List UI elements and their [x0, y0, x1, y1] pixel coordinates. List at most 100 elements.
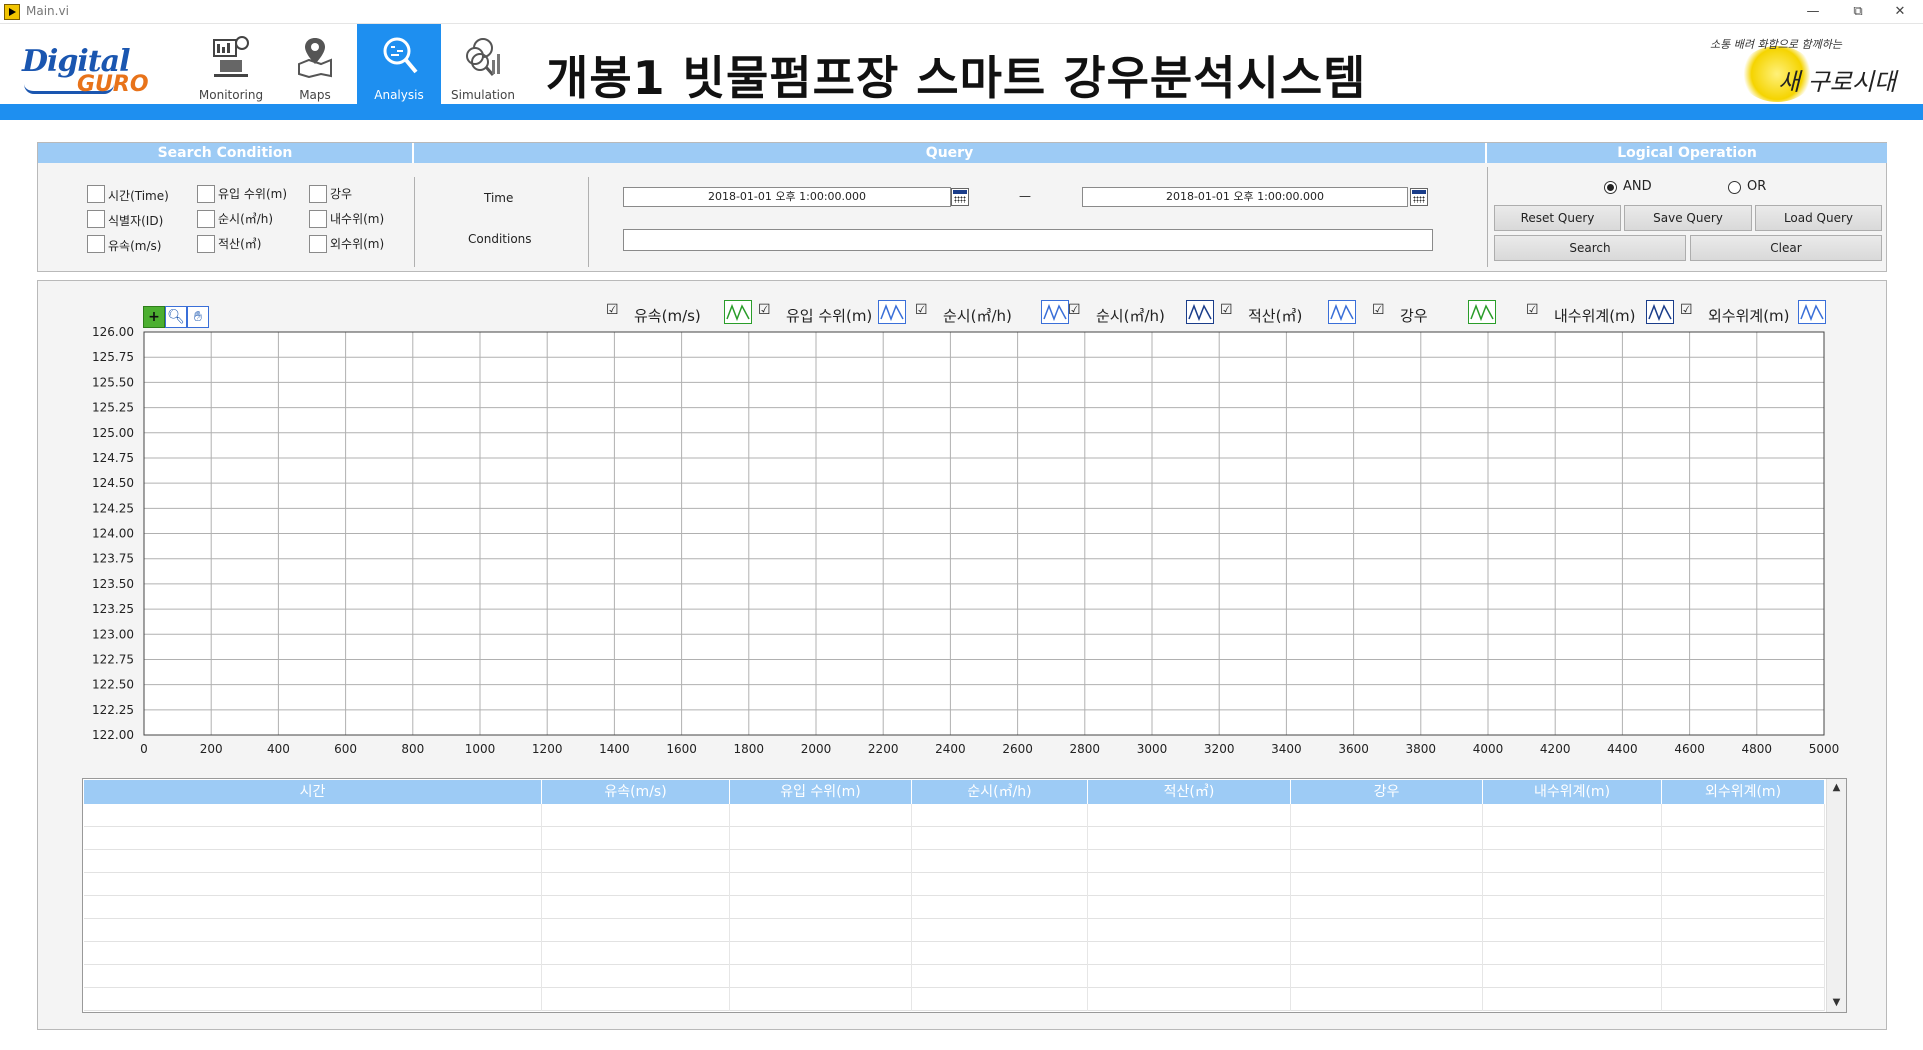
- table-row[interactable]: [84, 873, 1825, 896]
- checkbox-inner-level-label: 내수위(m): [330, 212, 385, 226]
- table-row[interactable]: [84, 942, 1825, 965]
- table-cell: [84, 873, 542, 896]
- checkbox-flow-velocity[interactable]: [87, 235, 105, 253]
- tab-maps[interactable]: Maps: [273, 24, 357, 104]
- table-row[interactable]: [84, 988, 1825, 1011]
- table-cell: [1291, 827, 1483, 850]
- table-row[interactable]: [84, 896, 1825, 919]
- checkbox-accumulated[interactable]: [197, 235, 215, 253]
- district-slogan-main: 새 구로시대: [1778, 68, 1897, 96]
- line-plot-icon[interactable]: [1041, 300, 1069, 324]
- legend-visibility-checkbox[interactable]: ☑: [606, 302, 619, 318]
- zoom-tool[interactable]: 🔍︎: [165, 306, 187, 328]
- line-plot-icon[interactable]: [724, 300, 752, 324]
- table-cell: [730, 919, 912, 942]
- calendar-icon[interactable]: [951, 188, 969, 206]
- divider: [588, 177, 589, 267]
- line-plot-icon[interactable]: [1468, 300, 1496, 324]
- line-plot-icon[interactable]: [1328, 300, 1356, 324]
- clear-button[interactable]: Clear: [1690, 235, 1882, 261]
- line-plot-icon[interactable]: [1798, 300, 1826, 324]
- logo-line2: GURO: [77, 72, 149, 97]
- checkbox-inflow-level[interactable]: [197, 185, 215, 203]
- table-cell: [730, 850, 912, 873]
- end-time-input[interactable]: 2018-01-01 오후 1:00:00.000: [1082, 187, 1408, 207]
- checkbox-flow-velocity-label: 유속(m/s): [108, 239, 162, 253]
- legend-visibility-checkbox[interactable]: ☑: [1680, 302, 1693, 318]
- pan-tool[interactable]: ✋︎: [187, 306, 209, 328]
- legend-visibility-checkbox[interactable]: ☑: [1068, 302, 1081, 318]
- table-row[interactable]: [84, 919, 1825, 942]
- table-cell: [84, 919, 542, 942]
- table-cell: [542, 919, 730, 942]
- table-cell: [912, 873, 1088, 896]
- checkbox-inflow-level-label: 유입 수위(m): [218, 187, 288, 201]
- legend-visibility-checkbox[interactable]: ☑: [1372, 302, 1385, 318]
- checkbox-time[interactable]: [87, 185, 105, 203]
- column-header[interactable]: 시간: [84, 780, 542, 804]
- column-header[interactable]: 유속(m/s): [542, 780, 730, 804]
- column-header[interactable]: 순시(㎥/h): [912, 780, 1088, 804]
- time-label: Time: [484, 191, 514, 205]
- and-radio-label: AND: [1623, 179, 1652, 194]
- line-plot-icon[interactable]: [1646, 300, 1674, 324]
- conditions-input[interactable]: [623, 229, 1433, 251]
- close-button[interactable]: ✕: [1880, 2, 1920, 22]
- table-cell: [1291, 873, 1483, 896]
- line-plot-icon[interactable]: [878, 300, 906, 324]
- start-time-input[interactable]: 2018-01-01 오후 1:00:00.000: [623, 187, 951, 207]
- table-cell: [542, 850, 730, 873]
- table-cell: [1662, 873, 1825, 896]
- calendar-icon[interactable]: [1410, 188, 1428, 206]
- legend-visibility-checkbox[interactable]: ☑: [1220, 302, 1233, 318]
- table-row[interactable]: [84, 827, 1825, 850]
- table-row[interactable]: [84, 965, 1825, 988]
- hand-icon: ✋︎: [194, 309, 202, 325]
- search-condition-heading: Search Condition: [38, 143, 414, 163]
- line-plot-glyph: [1330, 303, 1354, 322]
- or-radio[interactable]: [1728, 181, 1741, 194]
- save-query-button[interactable]: Save Query: [1624, 205, 1752, 231]
- table-row[interactable]: [84, 850, 1825, 873]
- table-row[interactable]: [84, 804, 1825, 827]
- legend-series-name: 유입 수위(m): [786, 307, 873, 325]
- legend-series-name: 외수위계(m): [1708, 307, 1790, 325]
- checkbox-inner-level[interactable]: [309, 210, 327, 228]
- table-scrollbar[interactable]: ▲ ▼: [1826, 779, 1846, 1012]
- checkbox-outer-level[interactable]: [309, 235, 327, 253]
- legend-visibility-checkbox[interactable]: ☑: [1526, 302, 1539, 318]
- load-query-button[interactable]: Load Query: [1755, 205, 1882, 231]
- checkbox-id[interactable]: [87, 210, 105, 228]
- column-header[interactable]: 내수위계(m): [1483, 780, 1662, 804]
- conditions-label: Conditions: [468, 232, 532, 246]
- checkbox-instant-flow[interactable]: [197, 210, 215, 228]
- legend-visibility-checkbox[interactable]: ☑: [915, 302, 928, 318]
- search-button[interactable]: Search: [1494, 235, 1686, 261]
- legend-visibility-checkbox[interactable]: ☑: [758, 302, 771, 318]
- scroll-up-icon[interactable]: ▲: [1827, 779, 1846, 797]
- column-header[interactable]: 외수위계(m): [1662, 780, 1825, 804]
- column-header[interactable]: 적산(㎥): [1088, 780, 1291, 804]
- table-cell: [912, 919, 1088, 942]
- table-cell: [1483, 804, 1662, 827]
- minimize-button[interactable]: —: [1793, 2, 1833, 22]
- checkbox-rainfall[interactable]: [309, 185, 327, 203]
- cursor-move-tool[interactable]: +: [143, 306, 165, 328]
- tab-monitoring-label: Monitoring: [198, 88, 264, 102]
- table-cell: [1662, 804, 1825, 827]
- scroll-down-icon[interactable]: ▼: [1827, 994, 1846, 1012]
- table-cell: [542, 804, 730, 827]
- legend-series-name: 적산(㎥): [1248, 307, 1303, 325]
- column-header[interactable]: 강우: [1291, 780, 1483, 804]
- maximize-button[interactable]: ⧉: [1838, 2, 1878, 22]
- table-cell: [542, 942, 730, 965]
- line-plot-glyph: [1188, 303, 1212, 322]
- column-header[interactable]: 유입 수위(m): [730, 780, 912, 804]
- line-plot-glyph: [1043, 303, 1067, 322]
- reset-query-button[interactable]: Reset Query: [1494, 205, 1621, 231]
- and-radio[interactable]: [1604, 181, 1617, 194]
- tab-simulation[interactable]: Simulation: [441, 24, 525, 104]
- tab-monitoring[interactable]: Monitoring: [189, 24, 273, 104]
- tab-analysis[interactable]: Analysis: [357, 24, 441, 104]
- line-plot-icon[interactable]: [1186, 300, 1214, 324]
